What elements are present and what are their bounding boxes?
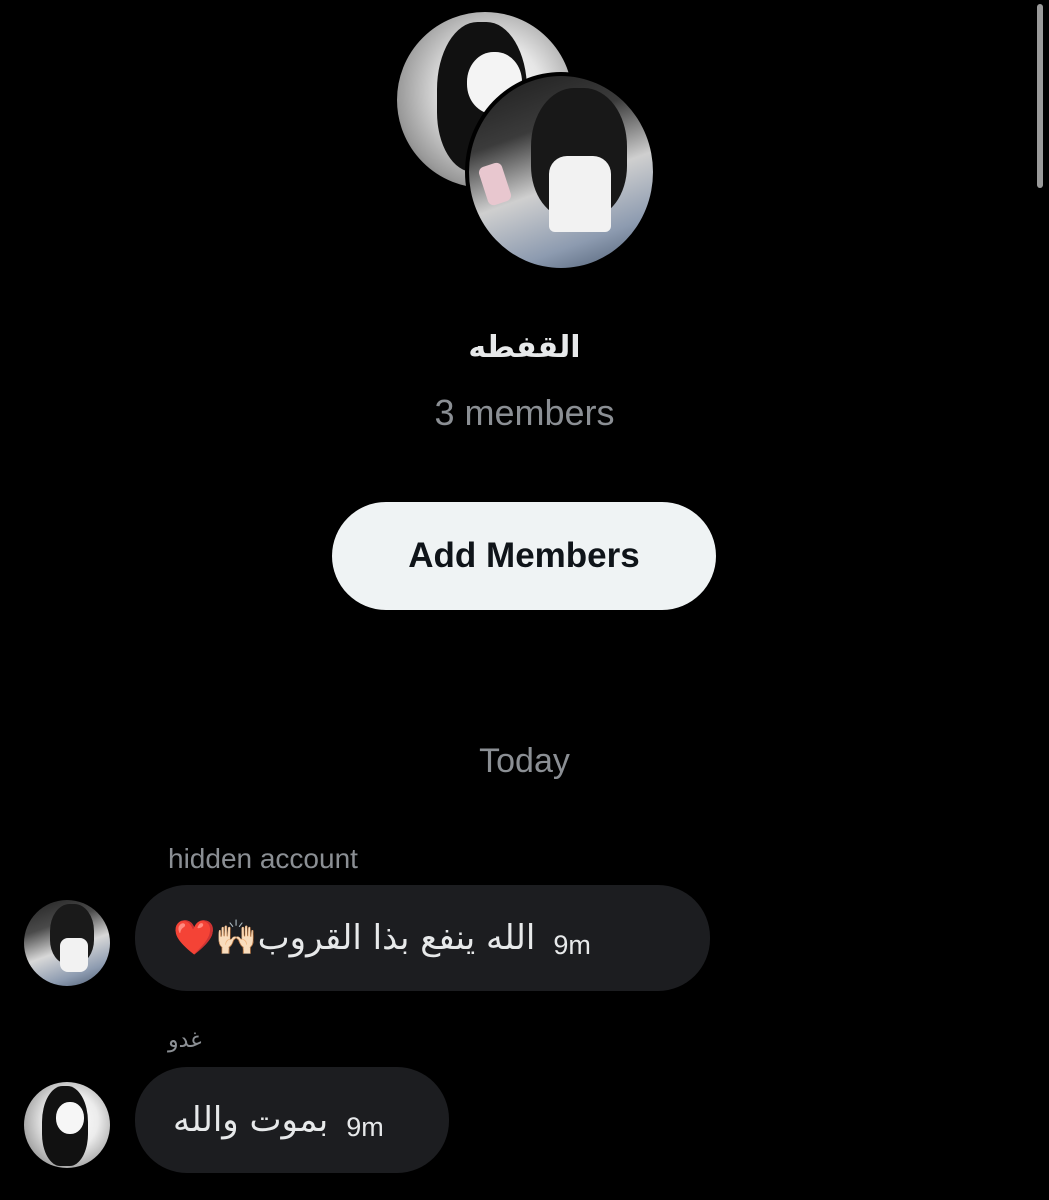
avatar-shirt-shape	[60, 938, 88, 972]
group-member-avatar-photo	[465, 72, 657, 272]
message-bubble[interactable]: بموت والله 9m	[135, 1067, 449, 1173]
message-timestamp: 9m	[346, 1111, 384, 1142]
message-text: الله ينفع بذا القروب🙌🏻❤️	[173, 918, 536, 958]
photo-shirt-shape	[549, 156, 611, 232]
message-timestamp: 9m	[553, 929, 591, 960]
message-sender-name: hidden account	[168, 843, 358, 874]
sender-avatar[interactable]	[24, 1082, 110, 1168]
message-text: بموت والله	[173, 1100, 329, 1140]
day-divider: Today	[479, 742, 570, 780]
member-count[interactable]: 3 members	[0, 392, 1049, 434]
message-bubble[interactable]: الله ينفع بذا القروب🙌🏻❤️ 9m	[135, 885, 710, 991]
group-name: القفطه	[468, 330, 581, 365]
group-avatar-cluster[interactable]	[393, 8, 663, 272]
photo-phone-shape	[477, 161, 513, 207]
avatar-face-shape	[56, 1102, 84, 1134]
sender-avatar[interactable]	[24, 900, 110, 986]
message-sender-name: غدو	[168, 1028, 202, 1053]
add-members-button[interactable]: Add Members	[332, 502, 716, 610]
scrollbar[interactable]	[1037, 4, 1043, 188]
